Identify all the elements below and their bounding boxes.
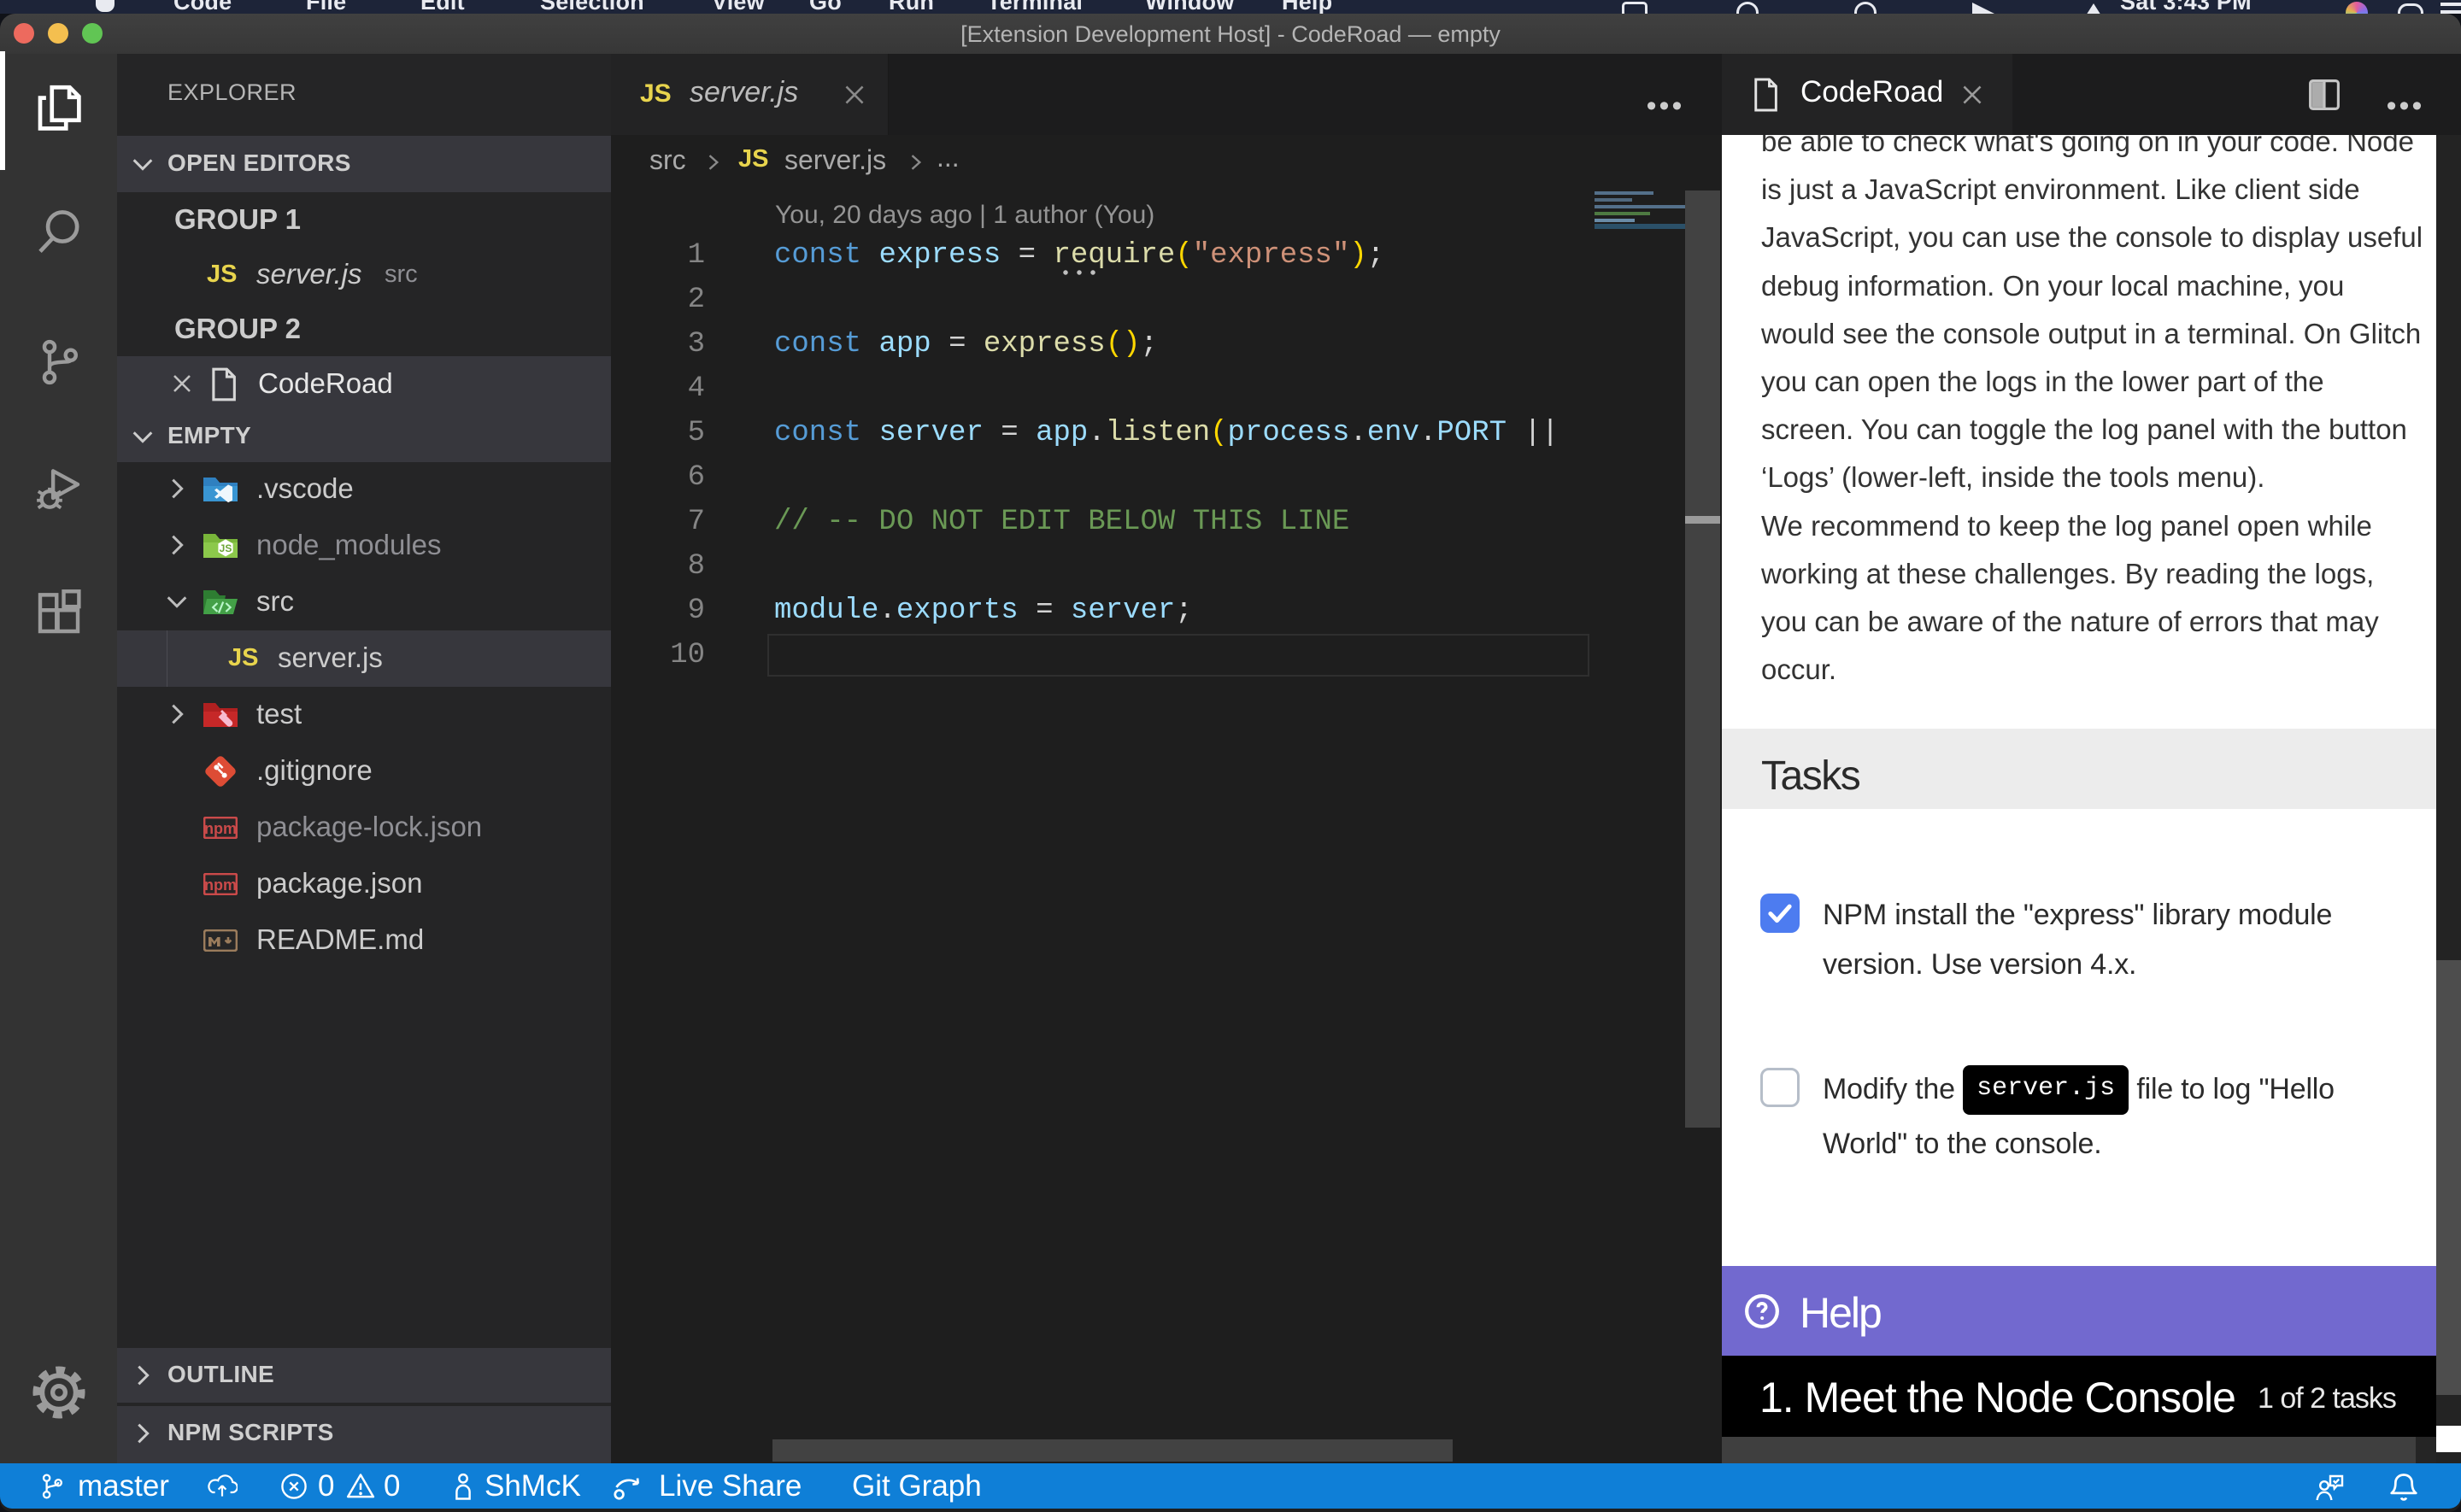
- svg-text:JS: JS: [220, 542, 232, 554]
- svg-text:npm: npm: [204, 876, 237, 894]
- svg-text:npm: npm: [204, 820, 237, 837]
